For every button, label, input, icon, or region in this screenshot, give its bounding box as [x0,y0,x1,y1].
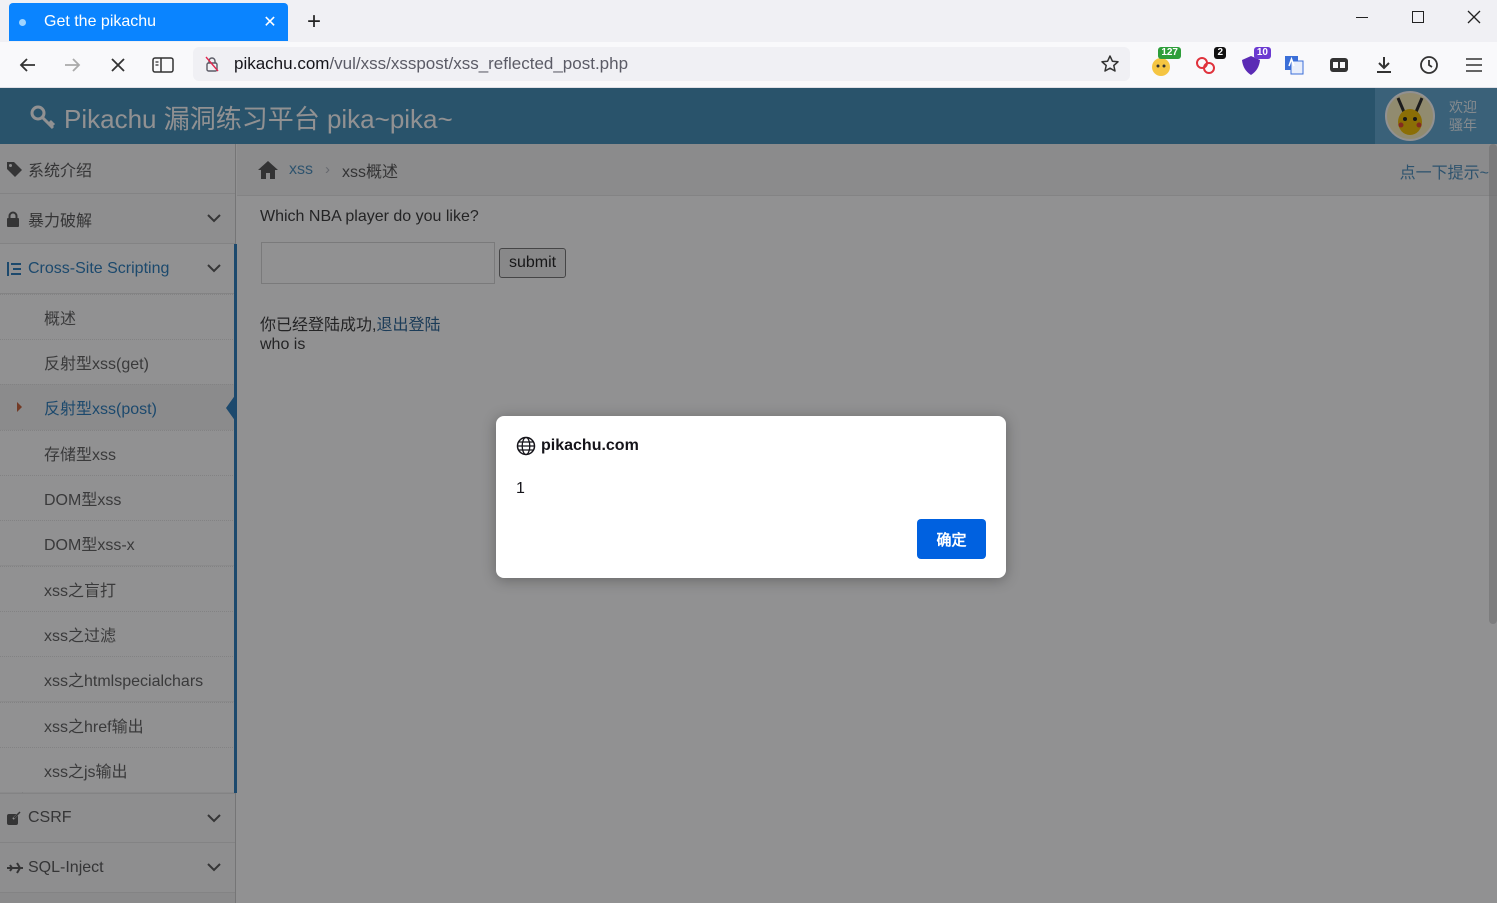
extension-ublock-button[interactable]: 10 [1237,47,1271,79]
dialog-message: 1 [516,480,525,497]
url-text: pikachu.com/vul/xss/xsspost/xss_reflecte… [234,54,628,74]
address-bar[interactable]: pikachu.com/vul/xss/xsspost/xss_reflecte… [193,47,1130,81]
forward-arrow-icon [65,58,81,72]
ok-button[interactable]: 确定 [917,519,986,559]
site-info-icon[interactable] [205,56,221,72]
site-favicon-icon [19,18,26,26]
url-path: /vul/xss/xsspost/xss_reflected_post.php [329,54,629,73]
extension-translate-button[interactable] [1280,51,1308,79]
url-host: pikachu.com [234,54,330,73]
reader-view-button[interactable] [147,49,179,81]
browser-tab[interactable]: Get the pikachu ✕ [9,3,288,41]
extension-tab-button[interactable] [1325,51,1353,79]
minimize-icon [1356,16,1368,18]
back-button[interactable] [12,49,44,81]
navigation-toolbar: pikachu.com/vul/xss/xsspost/xss_reflecte… [0,42,1497,88]
hamburger-menu-icon [1466,58,1482,72]
dialog-header: pikachu.com [516,436,639,456]
forward-button[interactable] [56,49,88,81]
extension-badge: 2 [1214,47,1226,59]
new-tab-button[interactable]: + [300,8,328,36]
back-arrow-icon [19,58,35,72]
minimize-window-button[interactable] [1334,0,1390,34]
history-button[interactable] [1415,51,1443,79]
translate-icon [1285,56,1304,75]
close-icon [1467,10,1481,24]
clock-icon [1420,56,1438,74]
stop-loading-button[interactable] [102,49,134,81]
extension-badge: 127 [1158,47,1181,59]
tab-title: Get the pikachu [44,13,157,30]
maximize-icon [1412,11,1424,23]
app-menu-button[interactable] [1460,51,1488,79]
tab-close-icon[interactable]: ✕ [258,12,282,32]
extension-circles-button[interactable]: 2 [1192,47,1226,79]
sidebar-toggle-icon [152,57,174,73]
bookmark-star-icon[interactable] [1100,54,1120,79]
alert-dialog: pikachu.com 1 确定 [496,416,1006,578]
tab-strip: Get the pikachu ✕ + [0,0,1497,42]
stop-icon [111,58,125,72]
dialog-origin: pikachu.com [541,437,639,454]
downloads-button[interactable] [1370,51,1398,79]
extension-pikachu-button[interactable]: 127 [1147,47,1181,79]
globe-icon [516,436,536,456]
close-window-button[interactable] [1446,0,1497,34]
maximize-window-button[interactable] [1390,0,1446,34]
download-icon [1377,57,1391,73]
extension-badge: 10 [1253,47,1271,59]
container-icon [1330,58,1348,72]
